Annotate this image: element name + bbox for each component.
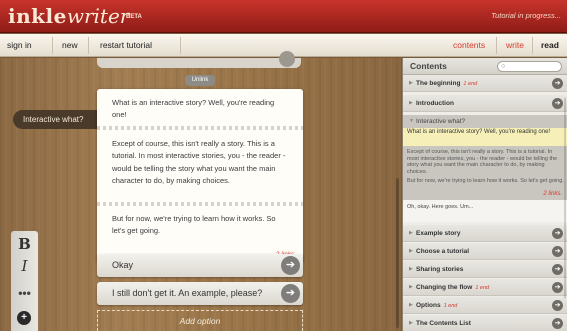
contents-item-label: Example story bbox=[416, 230, 461, 237]
expanded-text: Except of course, this isn't really a st… bbox=[407, 149, 558, 175]
restart-tutorial-button[interactable]: restart tutorial bbox=[100, 34, 152, 57]
contents-item-label: Changing the flow 1 end bbox=[416, 284, 490, 291]
triangle-right-icon: ▶ bbox=[409, 284, 413, 290]
arrow-right-icon[interactable]: ➔ bbox=[552, 318, 563, 329]
contents-item[interactable]: ▶ Choose a tutorial ➔ bbox=[403, 243, 567, 260]
contents-item[interactable]: ▶ Changing the flow 1 end ➔ bbox=[403, 279, 567, 296]
tutorial-status: Tutorial in progress... bbox=[491, 11, 561, 20]
contents-item[interactable]: ▶ The Contents List ➔ bbox=[403, 315, 567, 331]
contents-item[interactable]: ▶ The beginning 1 end ➔ bbox=[403, 75, 567, 92]
contents-item-expanded[interactable]: ▼ Interactive what? What is an interacti… bbox=[403, 115, 567, 222]
arrow-right-icon[interactable]: ➔ bbox=[552, 228, 563, 239]
expanded-text: But for now, we're trying to learn how i… bbox=[407, 178, 564, 184]
new-button[interactable]: new bbox=[62, 34, 78, 57]
bold-button[interactable]: B bbox=[11, 235, 38, 253]
contents-item-label: Introduction bbox=[416, 100, 454, 107]
read-tab[interactable]: read bbox=[541, 34, 559, 57]
contents-item-label: Choose a tutorial bbox=[416, 248, 470, 255]
app-header: inklewriter BETA Tutorial in progress... bbox=[0, 0, 567, 33]
contents-search-input[interactable]: ○ bbox=[497, 61, 562, 72]
triangle-down-icon: ▼ bbox=[409, 118, 414, 124]
arrow-right-icon[interactable]: ➔ bbox=[552, 98, 563, 109]
contents-item-label: Sharing stories bbox=[416, 266, 464, 273]
contents-item-label: The beginning 1 end bbox=[416, 80, 478, 87]
toolbar-divider bbox=[532, 37, 533, 54]
plus-icon[interactable]: + bbox=[17, 311, 31, 325]
search-icon: ○ bbox=[501, 63, 506, 70]
expanded-item-label: Interactive what? bbox=[416, 118, 466, 125]
triangle-right-icon: ▶ bbox=[409, 248, 413, 254]
contents-item-label: Options 1 end bbox=[416, 302, 458, 309]
story-paragraph[interactable]: What is an interactive story? Well, you'… bbox=[112, 97, 290, 122]
expanded-links-count: 2 links. bbox=[543, 191, 562, 197]
italic-button[interactable]: I bbox=[11, 257, 38, 275]
contents-panel: Contents ○ ▶ The beginning 1 end ➔ ▶ Intr… bbox=[402, 58, 567, 331]
contents-item[interactable]: ▶ Example story ➔ bbox=[403, 225, 567, 242]
contents-item[interactable]: ▶ Options 1 end ➔ bbox=[403, 297, 567, 314]
choice-label: Okay bbox=[112, 260, 134, 270]
contents-item-label: The Contents List bbox=[416, 320, 471, 327]
toolbar-divider bbox=[52, 37, 53, 54]
story-board[interactable]: Unlink Interactive what? What is an inte… bbox=[0, 51, 401, 331]
contents-scrollbar[interactable] bbox=[564, 98, 566, 298]
toolbar-divider bbox=[88, 37, 89, 54]
story-card[interactable]: What is an interactive story? Well, you'… bbox=[97, 89, 303, 262]
arrow-right-icon[interactable]: ➔ bbox=[281, 284, 300, 303]
logo-sub: writer bbox=[66, 4, 130, 28]
expanded-highlight-text: What is an interactive story? Well, you'… bbox=[403, 128, 567, 146]
contents-header: Contents ○ bbox=[403, 58, 567, 75]
unlink-button[interactable]: Unlink bbox=[185, 75, 215, 86]
beta-badge: BETA bbox=[126, 14, 142, 20]
paragraph-divider bbox=[97, 126, 303, 130]
logo[interactable]: inklewriter BETA bbox=[8, 3, 142, 30]
paragraph-divider bbox=[97, 202, 303, 206]
choice-label: I still don't get it. An example, please… bbox=[112, 288, 263, 298]
arrow-right-icon[interactable]: ➔ bbox=[552, 282, 563, 293]
expanded-item-header[interactable]: ▼ Interactive what? bbox=[403, 115, 567, 128]
add-option-button[interactable]: Add option bbox=[97, 310, 303, 331]
choice-option[interactable]: I still don't get it. An example, please… bbox=[97, 282, 303, 305]
more-button[interactable]: ••• bbox=[11, 286, 38, 300]
contents-item[interactable]: ▶ Introduction ➔ bbox=[403, 95, 567, 112]
choice-option[interactable]: Okay ➔ bbox=[97, 254, 303, 277]
toolbar-divider bbox=[180, 37, 181, 54]
story-paragraph[interactable]: Except of course, this isn't really a st… bbox=[112, 138, 290, 188]
logo-main: inkle bbox=[8, 4, 67, 28]
toolbar-divider bbox=[496, 37, 497, 54]
format-toolbar: B I ••• + bbox=[11, 231, 38, 331]
triangle-right-icon: ▶ bbox=[409, 230, 413, 236]
expanded-next-text: Oh, okay. Here goes. Um... bbox=[403, 200, 567, 222]
arrow-right-icon[interactable]: ➔ bbox=[552, 78, 563, 89]
triangle-right-icon: ▶ bbox=[409, 302, 413, 308]
triangle-right-icon: ▶ bbox=[409, 320, 413, 326]
arrow-right-icon[interactable]: ➔ bbox=[552, 264, 563, 275]
story-paragraph[interactable]: But for now, we're trying to learn how i… bbox=[112, 213, 290, 238]
arrow-right-icon[interactable]: ➔ bbox=[552, 246, 563, 257]
triangle-right-icon: ▶ bbox=[409, 100, 413, 106]
contents-item[interactable]: ▶ Sharing stories ➔ bbox=[403, 261, 567, 278]
section-label[interactable]: Interactive what? bbox=[13, 110, 99, 129]
arrow-right-icon[interactable]: ➔ bbox=[281, 256, 300, 275]
contents-title: Contents bbox=[410, 61, 447, 71]
arrow-icon bbox=[279, 51, 295, 67]
triangle-right-icon: ▶ bbox=[409, 80, 413, 86]
write-tab[interactable]: write bbox=[506, 34, 524, 57]
sign-in-button[interactable]: sign in bbox=[7, 34, 32, 57]
contents-tab[interactable]: contents bbox=[453, 34, 485, 57]
previous-option-card[interactable] bbox=[97, 51, 301, 68]
triangle-right-icon: ▶ bbox=[409, 266, 413, 272]
board-scrollbar[interactable] bbox=[396, 178, 399, 328]
arrow-right-icon[interactable]: ➔ bbox=[552, 300, 563, 311]
